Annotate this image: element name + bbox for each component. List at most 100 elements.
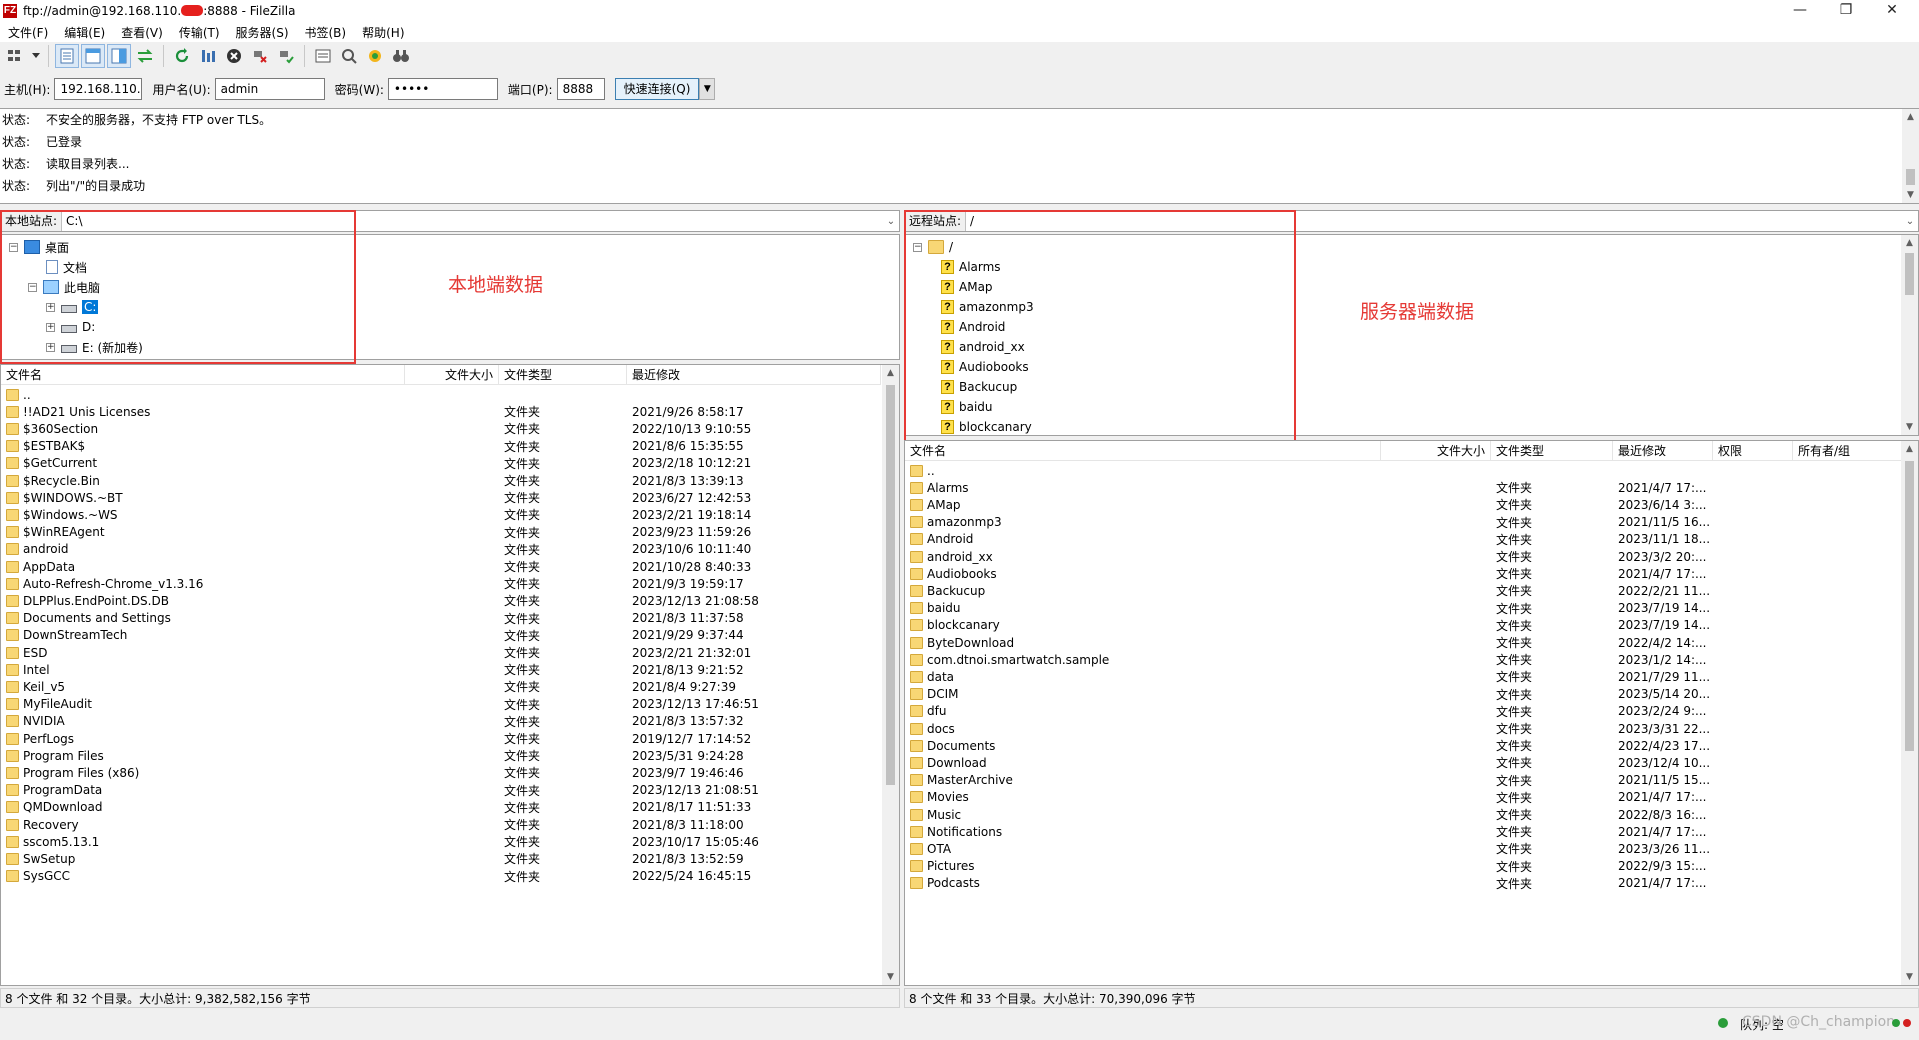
chevron-down-icon[interactable]: ⌄ — [1902, 216, 1918, 227]
table-row[interactable]: data 文件夹 2021/7/29 11... — [905, 668, 1903, 685]
scroll-down-icon[interactable]: ▼ — [1901, 419, 1918, 435]
table-row[interactable]: Audiobooks 文件夹 2021/4/7 17:... — [905, 565, 1903, 582]
table-row[interactable]: amazonmp3 文件夹 2021/11/5 16... — [905, 514, 1903, 531]
menu-bookmarks[interactable]: 书签(B) — [297, 24, 355, 41]
table-row[interactable]: DCIM 文件夹 2023/5/14 20... — [905, 686, 1903, 703]
scrollbar-thumb[interactable] — [1906, 169, 1915, 185]
col-filename[interactable]: 文件名 — [1, 365, 405, 385]
table-row[interactable]: baidu 文件夹 2023/7/19 14... — [905, 600, 1903, 617]
table-row[interactable]: ESD 文件夹 2023/2/21 21:32:01 — [1, 644, 881, 661]
directory-listing-filter-icon[interactable] — [311, 44, 335, 68]
close-icon[interactable]: ✕ — [1869, 0, 1915, 22]
scroll-down-icon[interactable]: ▼ — [882, 969, 899, 985]
synchronized-browsing-icon[interactable] — [337, 44, 361, 68]
col-filetype[interactable]: 文件类型 — [499, 365, 627, 385]
log-scrollbar[interactable]: ▲ ▼ — [1902, 109, 1919, 203]
table-row[interactable]: .. — [905, 462, 1903, 479]
table-row[interactable]: $WinREAgent 文件夹 2023/9/23 11:59:26 — [1, 524, 881, 541]
table-row[interactable]: !!AD21 Unis Licenses 文件夹 2021/9/26 8:58:17 — [1, 403, 881, 420]
minimize-icon[interactable]: — — [1777, 0, 1823, 22]
table-row[interactable]: Keil_v5 文件夹 2021/8/4 9:27:39 — [1, 678, 881, 695]
scrollbar-thumb[interactable] — [886, 385, 895, 785]
table-row[interactable]: SysGCC 文件夹 2022/5/24 16:45:15 — [1, 868, 881, 885]
table-row[interactable]: AppData 文件夹 2021/10/28 8:40:33 — [1, 558, 881, 575]
quickconnect-button[interactable]: 快速连接(Q) — [614, 78, 700, 100]
table-row[interactable]: .. — [1, 386, 881, 403]
col-owner[interactable]: 所有者/组 — [1793, 441, 1903, 461]
scroll-down-icon[interactable]: ▼ — [1901, 969, 1918, 985]
scrollbar-thumb[interactable] — [1905, 253, 1914, 295]
table-row[interactable]: Program Files 文件夹 2023/5/31 9:24:28 — [1, 747, 881, 764]
disconnect-icon[interactable] — [248, 44, 272, 68]
table-row[interactable]: ProgramData 文件夹 2023/12/13 21:08:51 — [1, 782, 881, 799]
process-queue-icon[interactable] — [196, 44, 220, 68]
local-list-scrollbar[interactable]: ▲ ▼ — [882, 365, 899, 985]
table-row[interactable]: Alarms 文件夹 2021/4/7 17:... — [905, 479, 1903, 496]
col-filesize[interactable]: 文件大小 — [1381, 441, 1491, 461]
table-row[interactable]: com.dtnoi.smartwatch.sample 文件夹 2023/1/2 1… — [905, 651, 1903, 668]
table-row[interactable]: Intel 文件夹 2021/8/13 9:21:52 — [1, 661, 881, 678]
site-manager-icon[interactable] — [4, 44, 28, 68]
table-row[interactable]: $ESTBAK$ 文件夹 2021/8/6 15:35:55 — [1, 438, 881, 455]
scroll-down-icon[interactable]: ▼ — [1902, 187, 1919, 203]
menu-server[interactable]: 服务器(S) — [228, 24, 297, 41]
remote-tree-scrollbar[interactable]: ▲ ▼ — [1901, 235, 1918, 435]
table-row[interactable]: Podcasts 文件夹 2021/4/7 17:... — [905, 875, 1903, 892]
toggle-local-tree-icon[interactable] — [81, 44, 105, 68]
table-row[interactable]: Pictures 文件夹 2022/9/3 15:... — [905, 858, 1903, 875]
table-row[interactable]: Program Files (x86) 文件夹 2023/9/7 19:46:46 — [1, 764, 881, 781]
password-input[interactable]: ••••• — [387, 78, 498, 100]
table-row[interactable]: Backucup 文件夹 2022/2/21 11... — [905, 582, 1903, 599]
table-row[interactable]: android_xx 文件夹 2023/3/2 20:... — [905, 548, 1903, 565]
table-row[interactable]: Notifications 文件夹 2021/4/7 17:... — [905, 823, 1903, 840]
port-input[interactable]: 8888 — [556, 78, 605, 100]
host-input[interactable]: 192.168.110. — [54, 78, 143, 100]
refresh-icon[interactable] — [170, 44, 194, 68]
table-row[interactable]: MasterArchive 文件夹 2021/11/5 15... — [905, 772, 1903, 789]
cancel-operation-icon[interactable] — [222, 44, 246, 68]
table-row[interactable]: DownStreamTech 文件夹 2021/9/29 9:37:44 — [1, 627, 881, 644]
table-row[interactable]: PerfLogs 文件夹 2019/12/7 17:14:52 — [1, 730, 881, 747]
reconnect-icon[interactable] — [274, 44, 298, 68]
table-row[interactable]: MyFileAudit 文件夹 2023/12/13 17:46:51 — [1, 696, 881, 713]
table-row[interactable]: NVIDIA 文件夹 2021/8/3 13:57:32 — [1, 713, 881, 730]
scroll-up-icon[interactable]: ▲ — [882, 365, 899, 381]
table-row[interactable]: Recovery 文件夹 2021/8/3 11:18:00 — [1, 816, 881, 833]
table-row[interactable]: dfu 文件夹 2023/2/24 9:... — [905, 703, 1903, 720]
scroll-up-icon[interactable]: ▲ — [1901, 235, 1918, 251]
table-row[interactable]: $Windows.~WS 文件夹 2023/2/21 19:18:14 — [1, 506, 881, 523]
col-filesize[interactable]: 文件大小 — [405, 365, 499, 385]
table-row[interactable]: android 文件夹 2023/10/6 10:11:40 — [1, 541, 881, 558]
col-filetype[interactable]: 文件类型 — [1491, 441, 1613, 461]
menu-edit[interactable]: 编辑(E) — [56, 24, 113, 41]
table-row[interactable]: $360Section 文件夹 2022/10/13 9:10:55 — [1, 420, 881, 437]
compare-directories-icon[interactable] — [363, 44, 387, 68]
menu-transfer[interactable]: 传输(T) — [171, 24, 228, 41]
table-row[interactable]: sscom5.13.1 文件夹 2023/10/17 15:05:46 — [1, 833, 881, 850]
table-row[interactable]: OTA 文件夹 2023/3/26 11... — [905, 840, 1903, 857]
table-row[interactable]: SwSetup 文件夹 2021/8/3 13:52:59 — [1, 850, 881, 867]
col-modified[interactable]: 最近修改 — [1613, 441, 1713, 461]
scroll-up-icon[interactable]: ▲ — [1901, 441, 1918, 457]
col-modified[interactable]: 最近修改 — [627, 365, 881, 385]
toggle-remote-tree-icon[interactable] — [107, 44, 131, 68]
toggle-log-icon[interactable] — [55, 44, 79, 68]
table-row[interactable]: ByteDownload 文件夹 2022/4/2 14:... — [905, 634, 1903, 651]
menu-file[interactable]: 文件(F) — [0, 24, 56, 41]
col-filename[interactable]: 文件名 — [905, 441, 1381, 461]
table-row[interactable]: Music 文件夹 2022/8/3 16:... — [905, 806, 1903, 823]
quickconnect-dropdown-icon[interactable]: ▼ — [699, 78, 716, 100]
table-row[interactable]: Documents 文件夹 2022/4/23 17... — [905, 737, 1903, 754]
table-row[interactable]: $Recycle.Bin 文件夹 2021/8/3 13:39:13 — [1, 472, 881, 489]
remote-list-scrollbar[interactable]: ▲ ▼ — [1901, 441, 1918, 985]
table-row[interactable]: Movies 文件夹 2021/4/7 17:... — [905, 789, 1903, 806]
site-manager-dropdown-icon[interactable] — [30, 44, 42, 68]
scrollbar-thumb[interactable] — [1905, 461, 1914, 751]
table-row[interactable]: Android 文件夹 2023/11/1 18... — [905, 531, 1903, 548]
toggle-queue-icon[interactable] — [133, 44, 157, 68]
table-row[interactable]: QMDownload 文件夹 2021/8/17 11:51:33 — [1, 799, 881, 816]
menu-help[interactable]: 帮助(H) — [354, 24, 412, 41]
table-row[interactable]: $GetCurrent 文件夹 2023/2/18 10:12:21 — [1, 455, 881, 472]
table-row[interactable]: Download 文件夹 2023/12/4 10... — [905, 754, 1903, 771]
table-row[interactable]: AMap 文件夹 2023/6/14 3:... — [905, 496, 1903, 513]
